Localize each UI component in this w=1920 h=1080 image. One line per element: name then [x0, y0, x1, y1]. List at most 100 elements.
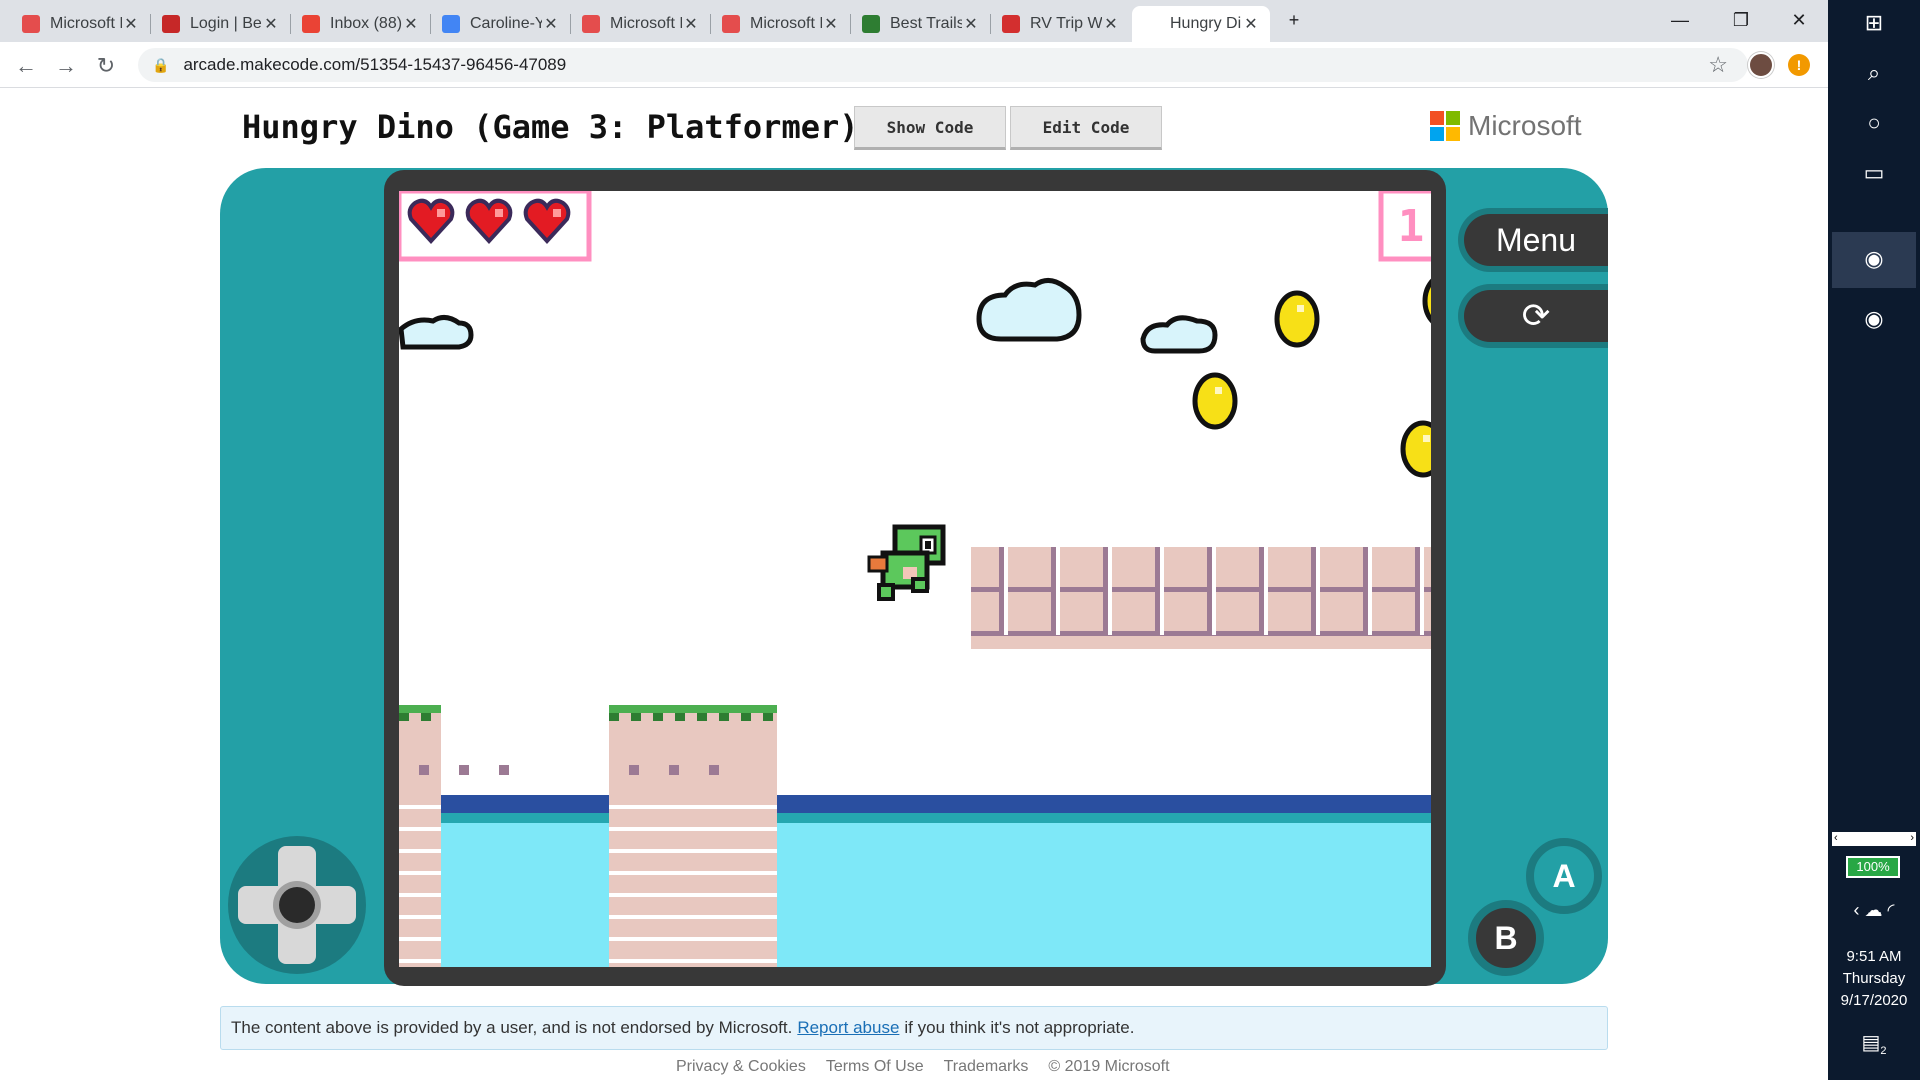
task-view-icon[interactable]: ▭	[1828, 160, 1920, 186]
tab-6[interactable]: Best Trails in✕	[852, 6, 990, 42]
menu-button[interactable]: Menu	[1458, 208, 1608, 272]
forward-icon[interactable]: →	[52, 52, 80, 80]
windows-start-icon[interactable]: ⊞	[1828, 10, 1920, 36]
tab-favicon-icon	[442, 15, 460, 33]
heart-icon	[407, 198, 455, 244]
tab-label: Hungry Dino	[1170, 15, 1242, 32]
tab-close-icon[interactable]: ✕	[962, 14, 980, 34]
tab-close-icon[interactable]: ✕	[822, 14, 840, 34]
b-button[interactable]: B	[1468, 900, 1544, 976]
tab-favicon-icon	[1142, 15, 1160, 33]
a-button[interactable]: A	[1526, 838, 1602, 914]
tab-label: Login | Beast	[190, 15, 262, 32]
browser-window: Microsoft Ma✕Login | Beast✕Inbox (88) - …	[0, 0, 1828, 1080]
heart-icon	[523, 198, 571, 244]
tab-5[interactable]: Microsoft Ma✕	[712, 6, 850, 42]
cortana-icon[interactable]: ○	[1828, 110, 1920, 136]
content-notice: The content above is provided by a user,…	[220, 1006, 1608, 1050]
brick-platform	[971, 547, 1431, 649]
score-text: 1	[1398, 201, 1425, 252]
tab-label: Microsoft Ma	[610, 15, 682, 32]
tab-separator	[570, 14, 571, 34]
notice-text-end: if you think it's not appropriate.	[904, 1018, 1135, 1037]
notice-text: The content above is provided by a user,…	[231, 1018, 793, 1037]
tab-1[interactable]: Login | Beast✕	[152, 6, 290, 42]
tab-label: Inbox (88) - e	[330, 15, 402, 32]
url-field[interactable]: 🔒 arcade.makecode.com/51354-15437-96456-…	[138, 48, 1748, 82]
tab-favicon-icon	[582, 15, 600, 33]
tab-8[interactable]: Hungry Dino✕	[1132, 6, 1270, 42]
privacy-link[interactable]: Privacy & Cookies	[676, 1058, 806, 1076]
search-icon[interactable]: ⌕	[1828, 60, 1920, 86]
taskbar-scrollbar[interactable]: ‹ ›	[1832, 832, 1916, 846]
page-content: Hungry Dino (Game 3: Platformer) Show Co…	[0, 88, 1828, 1080]
tab-label: Microsoft Ma	[750, 15, 822, 32]
footer-links: Privacy & Cookies Terms Of Use Trademark…	[676, 1058, 1170, 1076]
back-icon[interactable]: ←	[12, 52, 40, 80]
lock-icon: 🔒	[152, 56, 170, 73]
address-bar: ← → ↻ 🔒 arcade.makecode.com/51354-15437-…	[0, 42, 1828, 88]
chrome-icon[interactable]: ◉	[1828, 306, 1920, 332]
tab-separator	[990, 14, 991, 34]
tab-favicon-icon	[722, 15, 740, 33]
tab-favicon-icon	[1002, 15, 1020, 33]
ground-block	[609, 705, 777, 967]
chrome-icon[interactable]: ◉	[1828, 246, 1920, 272]
egg-icon	[1274, 290, 1320, 348]
tab-favicon-icon	[302, 15, 320, 33]
system-tray-icons[interactable]: ‹ ☁ ◜	[1828, 900, 1920, 921]
show-code-button[interactable]: Show Code	[854, 106, 1006, 150]
clock-time: 9:51 AM	[1846, 948, 1902, 965]
cloud-icon	[976, 278, 1082, 342]
edit-code-button[interactable]: Edit Code	[1010, 106, 1162, 150]
heart-icon	[465, 198, 513, 244]
tab-bar: Microsoft Ma✕Login | Beast✕Inbox (88) - …	[0, 0, 1828, 42]
tab-favicon-icon	[862, 15, 880, 33]
tab-close-icon[interactable]: ✕	[262, 14, 280, 34]
profile-avatar[interactable]	[1748, 52, 1774, 78]
restart-button[interactable]: ⟳	[1458, 284, 1608, 348]
tab-close-icon[interactable]: ✕	[682, 14, 700, 34]
water	[441, 805, 1431, 967]
trademarks-link[interactable]: Trademarks	[944, 1058, 1029, 1076]
restore-button[interactable]: ❐	[1712, 0, 1770, 40]
tab-separator	[850, 14, 851, 34]
tab-favicon-icon	[162, 15, 180, 33]
refresh-icon: ⟳	[1521, 297, 1551, 335]
terms-link[interactable]: Terms Of Use	[826, 1058, 924, 1076]
clock-date: 9/17/2020	[1840, 992, 1908, 1009]
tab-separator	[290, 14, 291, 34]
tab-7[interactable]: RV Trip Wizar✕	[992, 6, 1130, 42]
tab-label: RV Trip Wizar	[1030, 15, 1102, 32]
windows-taskbar: ⊞ ⌕ ○ ▭ ◉ ◉ ‹ › 100% ‹ ☁ ◜ 9:51 AM Thursd…	[1828, 0, 1920, 1080]
egg-icon	[1400, 420, 1431, 478]
tab-close-icon[interactable]: ✕	[122, 14, 140, 34]
clock-day: Thursday	[1842, 970, 1906, 987]
tab-3[interactable]: Caroline-Your✕	[432, 6, 570, 42]
dpad-icon[interactable]	[228, 836, 366, 974]
tab-close-icon[interactable]: ✕	[1102, 14, 1120, 34]
bookmark-star-icon[interactable]: ☆	[1708, 52, 1728, 78]
egg-icon	[1422, 278, 1431, 324]
new-tab-button[interactable]: +	[1276, 0, 1312, 40]
update-alert-icon[interactable]: !	[1788, 54, 1810, 76]
tab-label: Microsoft Ma	[50, 15, 122, 32]
reload-icon[interactable]: ↻	[92, 52, 120, 80]
url-text: arcade.makecode.com/51354-15437-96456-47…	[183, 55, 567, 74]
game-screen[interactable]: 1	[399, 191, 1431, 967]
notification-center-icon[interactable]: ▤2	[1828, 1030, 1920, 1057]
minimize-button[interactable]: —	[1651, 0, 1709, 40]
water-ripple	[441, 813, 1431, 823]
tab-close-icon[interactable]: ✕	[1242, 14, 1260, 34]
report-abuse-link[interactable]: Report abuse	[797, 1018, 899, 1038]
battery-indicator[interactable]: 100%	[1846, 856, 1900, 878]
tab-2[interactable]: Inbox (88) - e✕	[292, 6, 430, 42]
tab-0[interactable]: Microsoft Ma✕	[12, 6, 150, 42]
tab-close-icon[interactable]: ✕	[402, 14, 420, 34]
clock[interactable]: 9:51 AM Thursday 9/17/2020	[1828, 946, 1920, 1012]
tab-4[interactable]: Microsoft Ma✕	[572, 6, 710, 42]
close-window-button[interactable]: ✕	[1770, 0, 1828, 40]
tab-close-icon[interactable]: ✕	[542, 14, 560, 34]
microsoft-logo: Microsoft	[1430, 110, 1582, 142]
copyright-text: © 2019 Microsoft	[1048, 1058, 1170, 1075]
